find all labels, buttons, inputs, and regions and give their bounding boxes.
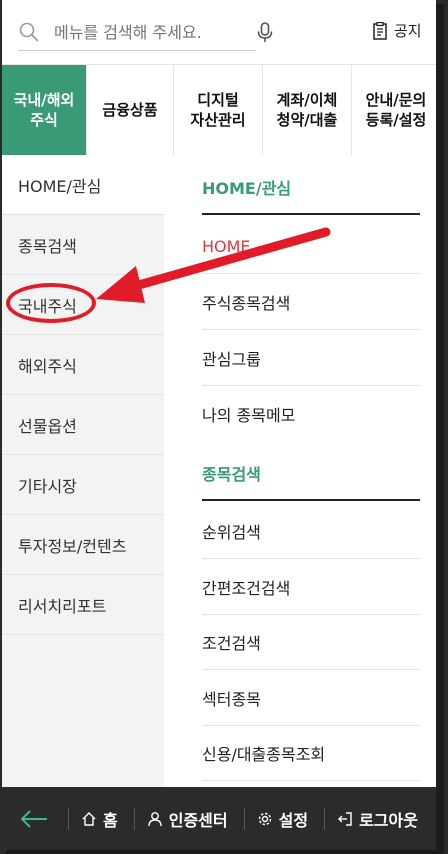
divider	[68, 807, 69, 830]
left-menu-item-home-favorites[interactable]: HOME/관심	[2, 155, 164, 215]
search-input[interactable]	[54, 22, 254, 42]
submenu-section-home-favorites: HOME/관심	[202, 160, 420, 215]
divider	[243, 807, 245, 830]
search-icon	[18, 21, 40, 43]
logout-label: 로그아웃	[359, 810, 418, 830]
left-menu: HOME/관심 종목검색 국내주식 해외주식 선물옵션 기타시장 투자정보/컨텐…	[2, 155, 164, 787]
submenu-item-my-stock-memo[interactable]: 나의 종목메모	[202, 386, 420, 441]
notice-label: 공지	[394, 22, 422, 40]
notice-button[interactable]: 공지	[372, 20, 422, 41]
submenu-item-sector-stocks[interactable]: 섹터종목	[202, 671, 420, 726]
bottom-toolbar: 홈 인증센터 설정 로그아웃	[2, 787, 436, 850]
divider	[133, 807, 135, 830]
home-button[interactable]: 홈	[81, 807, 118, 831]
tab-domestic-overseas-stocks[interactable]: 국내/해외 주식	[2, 65, 87, 155]
left-menu-item-other-markets[interactable]: 기타시장	[2, 455, 164, 515]
back-arrow-icon	[20, 809, 47, 828]
tab-digital-asset-management[interactable]: 디지털 자산관리	[174, 65, 263, 155]
cert-center-label: 인증센터	[168, 810, 228, 830]
search-field[interactable]	[18, 14, 273, 51]
divider	[324, 807, 326, 830]
cert-center-button[interactable]: 인증센터	[147, 807, 228, 831]
logout-icon	[337, 811, 353, 827]
window-shadow	[6, 850, 444, 854]
category-tabs: 국내/해외 주식 금융상품 디지털 자산관리 계좌/이체 청약/대출 안내/문의…	[2, 64, 436, 156]
submenu-item-simple-condition-search[interactable]: 간편조건검색	[202, 560, 420, 615]
left-menu-item-overseas-stocks[interactable]: 해외주식	[2, 335, 164, 395]
tab-guide-inquiry-settings[interactable]: 안내/문의 등록/설정	[352, 65, 436, 155]
app-frame: 공지 국내/해외 주식 금융상품 디지털 자산관리 계좌/이체 청약/대출 안내…	[2, 0, 436, 850]
back-button[interactable]	[14, 799, 54, 839]
left-menu-item-research-reports[interactable]: 리서치리포트	[2, 575, 164, 635]
submenu-item-stock-search[interactable]: 주식종목검색	[202, 275, 420, 330]
window-shadow	[436, 4, 444, 850]
gear-icon	[257, 811, 273, 827]
submenu-item-home[interactable]: HOME	[202, 219, 420, 274]
left-menu-item-stock-search[interactable]: 종목검색	[2, 215, 164, 275]
home-icon	[81, 811, 97, 827]
tab-account-transfer-loan[interactable]: 계좌/이체 청약/대출	[263, 65, 352, 155]
submenu-section-stock-search: 종목검색	[202, 446, 420, 501]
notice-icon	[373, 21, 387, 40]
settings-label: 설정	[278, 810, 309, 830]
submenu-item-ranking-search[interactable]: 순위검색	[202, 504, 420, 559]
left-menu-item-futures-options[interactable]: 선물옵션	[2, 395, 164, 455]
settings-button[interactable]: 설정	[257, 807, 308, 831]
logout-button[interactable]: 로그아웃	[337, 807, 418, 831]
submenu-item-credit-loan-stocks[interactable]: 신용/대출종목조회	[202, 726, 420, 781]
right-submenu: HOME/관심 HOME 주식종목검색 관심그룹 나의 종목메모 종목검색 순위…	[164, 155, 436, 787]
user-icon	[147, 811, 163, 827]
submenu-item-favorite-groups[interactable]: 관심그룹	[202, 331, 420, 386]
microphone-icon[interactable]	[254, 21, 276, 43]
annotation-circle	[6, 283, 96, 323]
search-header: 공지	[2, 0, 436, 64]
tab-financial-products[interactable]: 금융상품	[87, 65, 174, 155]
left-menu-item-investment-info[interactable]: 투자정보/컨텐츠	[2, 515, 164, 575]
submenu-item-condition-search[interactable]: 조건검색	[202, 615, 420, 670]
home-label: 홈	[103, 810, 118, 830]
